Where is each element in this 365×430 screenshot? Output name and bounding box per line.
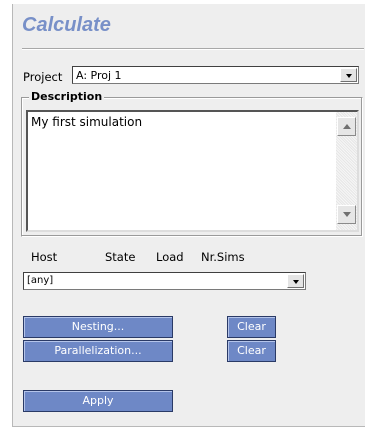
- description-legend: Description: [29, 90, 105, 103]
- chevron-down-icon[interactable]: [287, 274, 304, 288]
- apply-button[interactable]: Apply: [23, 390, 173, 412]
- title-divider: [22, 48, 364, 50]
- state-header: State: [105, 250, 136, 264]
- parallelization-clear-button[interactable]: Clear: [227, 340, 276, 362]
- project-select-value: A: Proj 1: [76, 69, 122, 82]
- description-text: My first simulation: [31, 115, 143, 129]
- host-select-value: [any]: [27, 275, 54, 286]
- nesting-clear-button[interactable]: Clear: [227, 316, 276, 338]
- load-header: Load: [156, 250, 184, 264]
- description-textarea[interactable]: My first simulation: [26, 110, 359, 232]
- project-label: Project: [23, 70, 63, 84]
- nesting-button[interactable]: Nesting...: [23, 316, 173, 338]
- parallelization-button[interactable]: Parallelization...: [23, 340, 173, 362]
- project-select[interactable]: A: Proj 1: [72, 66, 359, 84]
- scroll-down-icon[interactable]: [337, 205, 356, 224]
- description-scrollbar[interactable]: [336, 112, 357, 230]
- chevron-down-icon[interactable]: [340, 68, 357, 82]
- nrsims-header: Nr.Sims: [201, 250, 245, 264]
- host-select[interactable]: [any]: [23, 272, 306, 290]
- scroll-up-icon[interactable]: [337, 117, 356, 136]
- host-header: Host: [31, 250, 58, 264]
- page-title: Calculate: [22, 14, 111, 36]
